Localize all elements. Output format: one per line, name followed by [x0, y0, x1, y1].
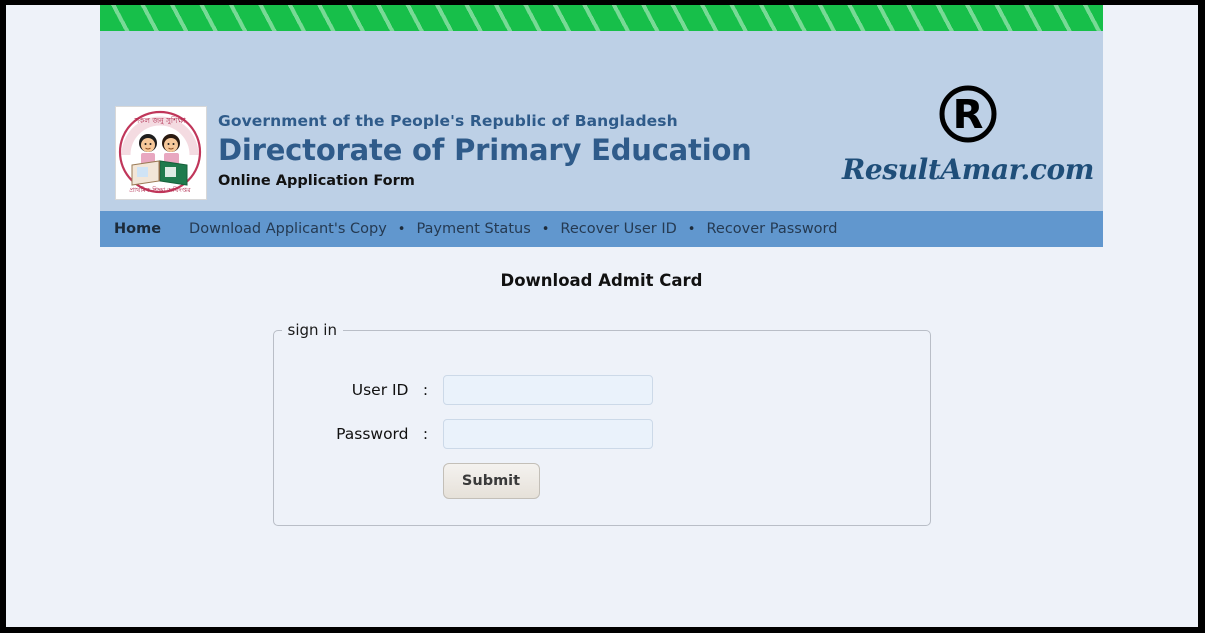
svg-text:প্রাথমিক শিক্ষা অধিদপ্তর: প্রাথমিক শিক্ষা অধিদপ্তর [129, 186, 191, 194]
user-id-input[interactable] [442, 375, 653, 405]
nav-item-home[interactable]: Home [114, 221, 161, 237]
user-id-row: User ID : [274, 375, 930, 405]
password-colon: : [422, 425, 429, 443]
site-container: সকল জনু সুশিক্ষা প্রাথমিক শিক্ষা অধিদপ্ত… [100, 5, 1103, 526]
user-id-label: User ID [351, 381, 409, 399]
page-title: Download Admit Card [500, 271, 703, 290]
dpe-emblem-logo: সকল জনু সুশিক্ষা প্রাথমিক শিক্ষা অধিদপ্ত… [115, 106, 207, 200]
site-header: সকল জনু সুশিক্ষা প্রাথমিক শিক্ষা অধিদপ্ত… [100, 31, 1103, 211]
brand-name: ResultAmar.com [842, 153, 1094, 186]
organisation-title: Directorate of Primary Education [218, 133, 752, 167]
page-canvas: সকল জনু সুশিক্ষা প্রাথমিক শিক্ষা অধিদপ্ত… [6, 5, 1198, 627]
svg-text:সকল জনু সুশিক্ষা: সকল জনু সুশিক্ষা [133, 116, 186, 125]
form-subtitle: Online Application Form [218, 173, 415, 189]
submit-row: Submit [274, 463, 930, 499]
nav-separator-dot: • [687, 221, 696, 237]
nav-separator-dot: • [397, 221, 406, 237]
browser-screenshot: সকল জনু সুশিক্ষা প্রাথমিক শিক্ষা অধিদপ্ত… [0, 0, 1205, 633]
user-id-colon: : [422, 381, 429, 399]
submit-spacer [274, 463, 443, 499]
nav-links: Download Applicant's Copy • Payment Stat… [189, 221, 837, 237]
password-input[interactable] [442, 419, 653, 449]
password-row: Password : [274, 419, 930, 449]
sign-in-fieldset: sign in User ID : Password : Submit [272, 321, 931, 526]
nav-item-recover-password[interactable]: Recover Password [706, 221, 837, 237]
main-content: Download Admit Card sign in User ID : Pa… [100, 247, 1103, 526]
main-navigation: Home Download Applicant's Copy • Payment… [100, 211, 1103, 247]
header-titles: Government of the People's Republic of B… [218, 111, 752, 191]
government-line: Government of the People's Republic of B… [218, 112, 678, 130]
nav-item-download-applicants-copy[interactable]: Download Applicant's Copy [189, 221, 387, 237]
green-striped-top-bar [100, 5, 1103, 31]
svg-text:R: R [953, 92, 984, 138]
nav-item-recover-user-id[interactable]: Recover User ID [560, 221, 676, 237]
sign-in-legend: sign in [287, 321, 337, 339]
password-label: Password [336, 425, 409, 443]
dpe-emblem-icon: সকল জনু সুশিক্ষা প্রাথমিক শিক্ষা অধিদপ্ত… [116, 107, 204, 197]
submit-button[interactable]: Submit [442, 463, 540, 499]
nav-item-payment-status[interactable]: Payment Status [416, 221, 530, 237]
registered-r-icon: R [939, 85, 997, 143]
site-brand: R ResultAmar.com [833, 83, 1103, 186]
nav-separator-dot: • [541, 221, 550, 237]
